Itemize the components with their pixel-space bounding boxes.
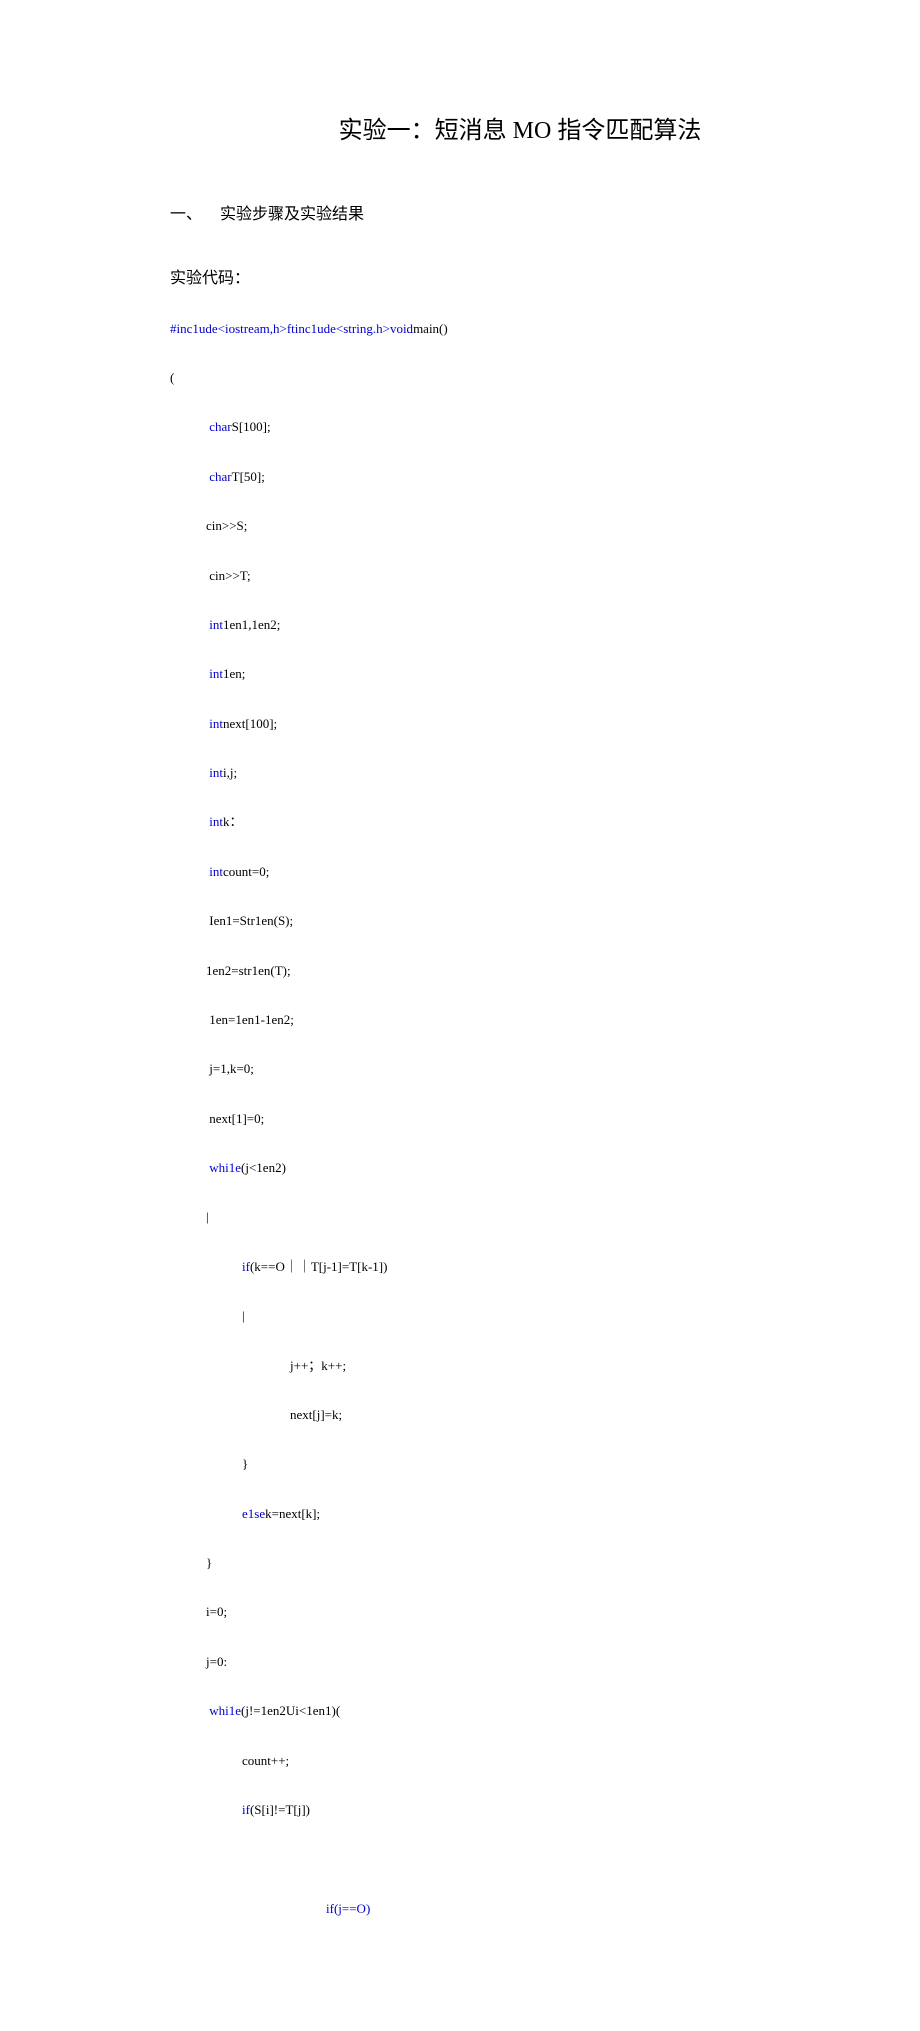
code-text: k： bbox=[223, 814, 243, 829]
code-text: 1en=1en1-1en2; bbox=[209, 1012, 294, 1027]
code-line: 1en=1en1-1en2; bbox=[170, 1008, 750, 1033]
code-line: cin>>T; bbox=[170, 564, 750, 589]
code-text: j=1,k=0; bbox=[209, 1061, 254, 1076]
code-text: S[100]; bbox=[232, 419, 271, 434]
code-line: i=0; bbox=[170, 1600, 750, 1625]
document-title: 实验一：短消息 MO 指令匹配算法 bbox=[290, 110, 750, 145]
document-page: 实验一：短消息 MO 指令匹配算法 一、 实验步骤及实验结果 实验代码： #inc… bbox=[0, 0, 920, 2031]
code-line: #inc1ude<iostream,h>ftinc1ude<string.h>v… bbox=[170, 317, 750, 342]
code-line: charT[50]; bbox=[170, 465, 750, 490]
code-line: intk： bbox=[170, 810, 750, 835]
section-number: 一、 bbox=[170, 200, 202, 224]
code-text: count=0; bbox=[223, 864, 269, 879]
code-keyword: if bbox=[242, 1802, 250, 1817]
code-text: i,j; bbox=[223, 765, 237, 780]
code-text: cin>>T; bbox=[209, 568, 250, 583]
section-heading-text: 实验步骤及实验结果 bbox=[220, 206, 364, 223]
code-line: int1en; bbox=[170, 662, 750, 687]
experiment-label: 实验代码： bbox=[170, 264, 750, 288]
code-line: j=0: bbox=[170, 1650, 750, 1675]
code-text: next[1]=0; bbox=[209, 1111, 264, 1126]
code-keyword: whi1e bbox=[209, 1160, 241, 1175]
code-line bbox=[170, 1847, 750, 1872]
code-block: #inc1ude<iostream,h>ftinc1ude<string.h>v… bbox=[170, 292, 750, 1971]
code-text: (j!=1en2Ui<1en1)( bbox=[241, 1703, 340, 1718]
code-line: Ien1=Str1en(S); bbox=[170, 909, 750, 934]
code-keyword: if bbox=[326, 1901, 334, 1916]
code-keyword: whi1e bbox=[209, 1703, 241, 1718]
code-line: next[j]=k; bbox=[170, 1403, 750, 1428]
code-line: whi1e(j<1en2) bbox=[170, 1156, 750, 1181]
code-keyword: if bbox=[242, 1259, 250, 1274]
code-text: T[50]; bbox=[232, 469, 265, 484]
code-line: ( bbox=[170, 366, 750, 391]
code-text: next[100]; bbox=[223, 716, 277, 731]
code-line: count++; bbox=[170, 1749, 750, 1774]
code-line: inti,j; bbox=[170, 761, 750, 786]
code-line: if(j==O) bbox=[170, 1897, 750, 1922]
code-line: intcount=0; bbox=[170, 860, 750, 885]
code-text: 1en; bbox=[223, 666, 245, 681]
code-keyword: int bbox=[209, 814, 223, 829]
code-line: whi1e(j!=1en2Ui<1en1)( bbox=[170, 1699, 750, 1724]
code-text: main() bbox=[413, 321, 448, 336]
code-keyword: e1se bbox=[242, 1506, 265, 1521]
code-keyword: #inc1ude<iostream,h>ftinc1ude<string.h>v… bbox=[170, 321, 413, 336]
code-line: | bbox=[170, 1304, 750, 1329]
section-heading: 一、 实验步骤及实验结果 bbox=[170, 200, 750, 224]
code-line: if(k==O｜｜T[j-1]=T[k-1]) bbox=[170, 1255, 750, 1280]
code-keyword: int bbox=[209, 864, 223, 879]
code-keyword: char bbox=[209, 419, 231, 434]
code-line: if(S[i]!=T[j]) bbox=[170, 1798, 750, 1823]
code-line: } bbox=[170, 1551, 750, 1576]
code-keyword: int bbox=[209, 716, 223, 731]
code-line: j=1,k=0; bbox=[170, 1057, 750, 1082]
code-line: 1en2=str1en(T); bbox=[170, 959, 750, 984]
code-keyword: int bbox=[209, 765, 223, 780]
code-line: next[1]=0; bbox=[170, 1107, 750, 1132]
code-line: e1sek=next[k]; bbox=[170, 1502, 750, 1527]
code-line: intnext[100]; bbox=[170, 712, 750, 737]
code-text: (j==O) bbox=[334, 1901, 370, 1916]
code-keyword: char bbox=[209, 469, 231, 484]
code-text: (k==O｜｜T[j-1]=T[k-1]) bbox=[250, 1259, 388, 1274]
code-line: charS[100]; bbox=[170, 415, 750, 440]
code-line: int1en1,1en2; bbox=[170, 613, 750, 638]
code-line: cin>>S; bbox=[170, 514, 750, 539]
code-keyword: int bbox=[209, 617, 223, 632]
code-text: 1en1,1en2; bbox=[223, 617, 280, 632]
code-text: Ien1=Str1en(S); bbox=[209, 913, 293, 928]
code-keyword: int bbox=[209, 666, 223, 681]
code-line: } bbox=[170, 1452, 750, 1477]
code-text: (j<1en2) bbox=[241, 1160, 286, 1175]
code-line: | bbox=[170, 1205, 750, 1230]
code-text: (S[i]!=T[j]) bbox=[250, 1802, 310, 1817]
code-line: j++；k++; bbox=[170, 1354, 750, 1379]
code-text: k=next[k]; bbox=[265, 1506, 320, 1521]
